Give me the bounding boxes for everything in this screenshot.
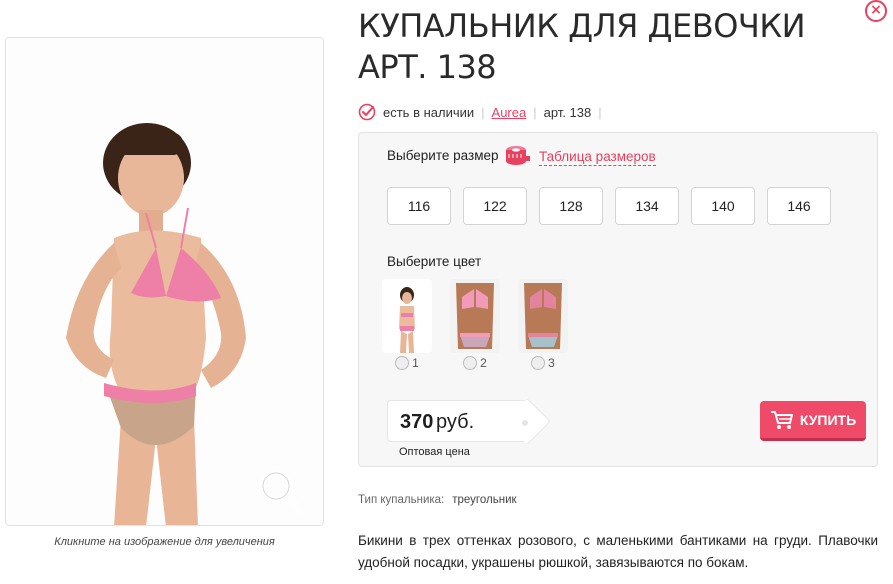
- cart-icon: [770, 410, 793, 429]
- close-button[interactable]: ×: [865, 0, 887, 22]
- size-table-link[interactable]: Таблица размеров: [539, 148, 656, 166]
- color-thumbnail[interactable]: [450, 279, 500, 353]
- color-label: Выберите цвет: [387, 254, 482, 269]
- color-thumbnail[interactable]: [518, 279, 568, 353]
- color-number: 2: [480, 356, 487, 370]
- product-description: Бикини в трех оттенках розового, с мален…: [358, 533, 878, 570]
- price-tag-hole: [522, 420, 528, 426]
- availability-status: есть в наличии: [383, 104, 475, 120]
- measuring-tape-icon[interactable]: [504, 143, 530, 169]
- color-thumbnail[interactable]: [382, 279, 432, 353]
- product-image[interactable]: [5, 37, 324, 526]
- buy-button[interactable]: КУПИТЬ: [760, 401, 866, 441]
- price-tag: 370 руб.: [387, 400, 527, 442]
- color-number: 1: [412, 356, 419, 370]
- price-currency: руб.: [436, 411, 475, 433]
- product-meta: есть в наличии | Aurea | арт. 138 |: [358, 102, 609, 122]
- purchase-panel: Выберите размер Таблица размеров 116 122…: [358, 132, 878, 467]
- size-option[interactable]: 134: [615, 187, 679, 225]
- color-radio[interactable]: [463, 356, 478, 370]
- article-number: арт. 138: [543, 104, 592, 120]
- size-option[interactable]: 128: [539, 187, 603, 225]
- product-photo: [6, 38, 323, 525]
- meta-separator: |: [481, 104, 485, 120]
- meta-separator: |: [533, 104, 537, 120]
- size-options: 116 122 128 134 140 146: [387, 187, 831, 225]
- price-amount: 370: [400, 411, 434, 433]
- color-option[interactable]: 1: [373, 279, 441, 370]
- spec-name: Тип купальника:: [358, 494, 445, 506]
- buy-button-label: КУПИТЬ: [799, 411, 857, 428]
- spec-value: треугольник: [452, 494, 517, 506]
- color-number: 3: [548, 356, 555, 370]
- size-option[interactable]: 122: [463, 187, 527, 225]
- color-radio[interactable]: [531, 356, 546, 370]
- color-radio[interactable]: [395, 356, 410, 370]
- color-options: 1 2 3: [373, 279, 577, 370]
- brand-link[interactable]: Aurea: [492, 105, 527, 120]
- spec-row: Тип купальника: треугольник: [358, 494, 517, 506]
- price-note: Оптовая цена: [399, 446, 470, 458]
- size-option[interactable]: 116: [387, 187, 451, 225]
- color-option[interactable]: 3: [509, 279, 577, 370]
- size-label: Выберите размер: [387, 148, 499, 163]
- meta-separator: |: [598, 104, 602, 120]
- zoom-icon[interactable]: [256, 466, 306, 516]
- size-option[interactable]: 146: [767, 187, 831, 225]
- color-option[interactable]: 2: [441, 279, 509, 370]
- product-title: КУПАЛЬНИК ДЛЯ ДЕВОЧКИ АРТ. 138: [358, 7, 806, 86]
- check-circle-icon: [358, 103, 376, 121]
- image-caption: Кликните на изображение для увеличения: [54, 536, 275, 548]
- size-option[interactable]: 140: [691, 187, 755, 225]
